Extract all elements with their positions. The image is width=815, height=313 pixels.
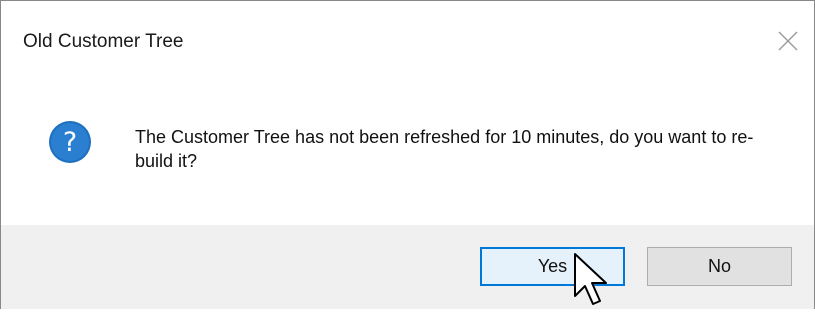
dialog-content: ? The Customer Tree has not been refresh…	[1, 83, 814, 221]
message-dialog: Old Customer Tree ? The Customer Tree ha…	[0, 0, 815, 309]
dialog-title: Old Customer Tree	[23, 31, 184, 52]
question-icon: ?	[48, 120, 92, 164]
title-bar: Old Customer Tree	[1, 1, 814, 83]
no-button[interactable]: No	[647, 247, 792, 286]
dialog-message: The Customer Tree has not been refreshed…	[135, 127, 754, 171]
button-bar: Yes No	[1, 225, 814, 309]
close-icon[interactable]	[770, 23, 806, 59]
svg-text:?: ?	[63, 127, 77, 158]
mouse-pointer-icon	[573, 252, 613, 308]
